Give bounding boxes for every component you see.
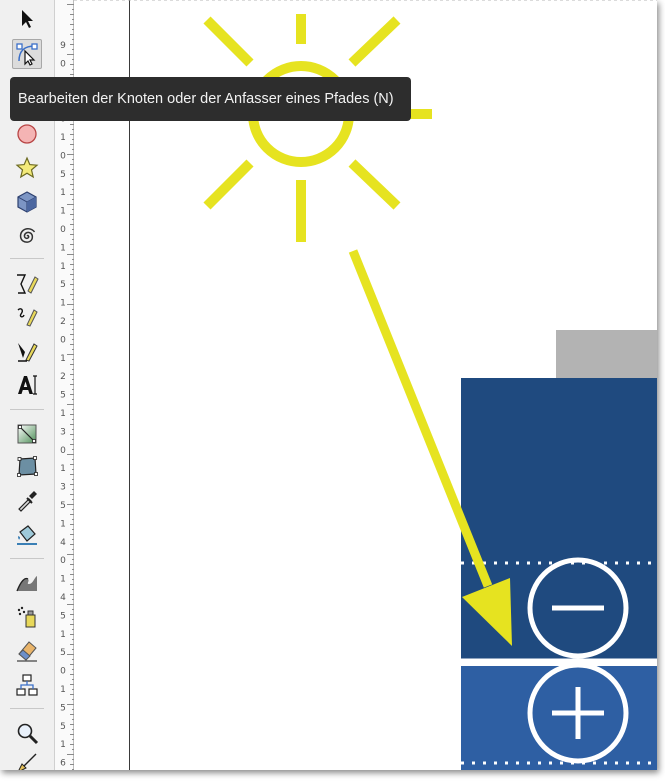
ruler-label: 6 bbox=[60, 759, 66, 769]
tool-tooltip: Bearbeiten der Knoten oder der Anfasser … bbox=[10, 77, 411, 121]
ruler-label: 2 bbox=[60, 317, 66, 327]
pencil-icon bbox=[17, 274, 39, 294]
arrow-icon bbox=[22, 10, 33, 28]
ruler-label: 1 bbox=[60, 188, 66, 198]
ruler-label: 4 bbox=[60, 593, 66, 603]
sun-ray bbox=[348, 159, 401, 210]
sun-ray bbox=[203, 159, 254, 210]
ruler-label: 0 bbox=[60, 151, 66, 161]
ruler-label: 0 bbox=[60, 667, 66, 677]
ruler-label: 0 bbox=[60, 335, 66, 345]
spiral-tool-button[interactable] bbox=[12, 221, 42, 251]
ruler-label: 3 bbox=[60, 483, 66, 493]
battery-shape[interactable] bbox=[461, 330, 657, 770]
ruler-label: 2 bbox=[60, 372, 66, 382]
3d-box-tool-button[interactable] bbox=[12, 187, 42, 217]
text-tool-button[interactable] bbox=[12, 370, 42, 400]
ruler-label: 1 bbox=[60, 685, 66, 695]
ruler-label: 5 bbox=[60, 611, 66, 621]
battery-cap bbox=[556, 330, 657, 378]
paint-bucket-icon bbox=[17, 525, 37, 545]
zoom-icon bbox=[17, 723, 39, 745]
ruler-label: 0 bbox=[60, 556, 66, 566]
ruler-label: 1 bbox=[60, 262, 66, 272]
calligraphy-icon bbox=[18, 343, 38, 362]
sun-ray bbox=[348, 16, 401, 67]
circle-icon bbox=[17, 124, 37, 144]
zoom-tool-button[interactable] bbox=[12, 718, 42, 748]
text-icon bbox=[18, 375, 37, 395]
pen-icon bbox=[17, 308, 38, 327]
bezier-tool-button[interactable] bbox=[12, 302, 42, 332]
spiral-icon bbox=[19, 227, 36, 243]
ruler-label: 1 bbox=[60, 133, 66, 143]
eraser-tool-button[interactable] bbox=[12, 636, 42, 666]
ruler-label: 5 bbox=[60, 170, 66, 180]
ruler-label: 9 bbox=[60, 41, 66, 51]
toolbox-separator bbox=[10, 708, 44, 709]
mesh-tool-button[interactable] bbox=[12, 452, 42, 482]
tweak-icon bbox=[16, 576, 37, 592]
inkscape-window: 9010010511011512012513013514014515015516 bbox=[0, 0, 657, 770]
eraser-icon bbox=[17, 641, 37, 662]
ruler-label: 1 bbox=[60, 243, 66, 253]
ruler-label: 1 bbox=[60, 354, 66, 364]
box-3d-icon bbox=[17, 191, 37, 213]
ruler-label: 1 bbox=[60, 409, 66, 419]
dropper-tool-button[interactable] bbox=[12, 486, 42, 516]
dropper-icon bbox=[18, 491, 37, 512]
ruler-label: 1 bbox=[60, 464, 66, 474]
ruler-label: 5 bbox=[60, 648, 66, 658]
paint-bucket-tool-button[interactable] bbox=[12, 520, 42, 550]
ruler-label: 1 bbox=[60, 519, 66, 529]
measure-tool-button[interactable] bbox=[12, 748, 42, 770]
star-icon bbox=[15, 156, 39, 179]
toolbox-separator bbox=[10, 258, 44, 259]
ruler-label: 1 bbox=[60, 207, 66, 217]
calligraphy-tool-button[interactable] bbox=[12, 337, 42, 367]
ruler-label: 1 bbox=[60, 630, 66, 640]
star-tool-button[interactable] bbox=[12, 153, 42, 183]
ruler-label: 3 bbox=[60, 427, 66, 437]
gradient-icon bbox=[17, 424, 37, 444]
ruler-label: 4 bbox=[60, 538, 66, 548]
ruler-label: 5 bbox=[60, 703, 66, 713]
connector-icon bbox=[16, 674, 38, 696]
sun-shape[interactable] bbox=[172, 14, 432, 242]
measure-icon bbox=[18, 753, 37, 770]
pencil-tool-button[interactable] bbox=[12, 269, 42, 299]
sun-ray bbox=[203, 16, 254, 67]
mesh-icon bbox=[17, 456, 38, 477]
selector-tool-button[interactable] bbox=[12, 4, 42, 34]
ruler-label: 1 bbox=[60, 575, 66, 585]
ruler-label: 1 bbox=[60, 740, 66, 750]
ruler-label: 5 bbox=[60, 501, 66, 511]
ruler-label: 0 bbox=[60, 446, 66, 456]
tweak-tool-button[interactable] bbox=[12, 568, 42, 598]
node-edit-icon bbox=[16, 43, 38, 66]
ruler-label: 0 bbox=[60, 59, 66, 69]
ruler-label: 0 bbox=[60, 225, 66, 235]
connector-tool-button[interactable] bbox=[12, 670, 42, 700]
spray-icon bbox=[17, 606, 36, 628]
gradient-tool-button[interactable] bbox=[12, 419, 42, 449]
node-tool-button[interactable] bbox=[12, 39, 42, 69]
ruler-label: 5 bbox=[60, 391, 66, 401]
ruler-label: 1 bbox=[60, 299, 66, 309]
ruler-label: 5 bbox=[60, 280, 66, 290]
toolbox-separator bbox=[10, 558, 44, 559]
toolbox-separator bbox=[10, 409, 44, 410]
ruler-label: 5 bbox=[60, 722, 66, 732]
spray-tool-button[interactable] bbox=[12, 602, 42, 632]
circle-tool-button[interactable] bbox=[12, 119, 42, 149]
